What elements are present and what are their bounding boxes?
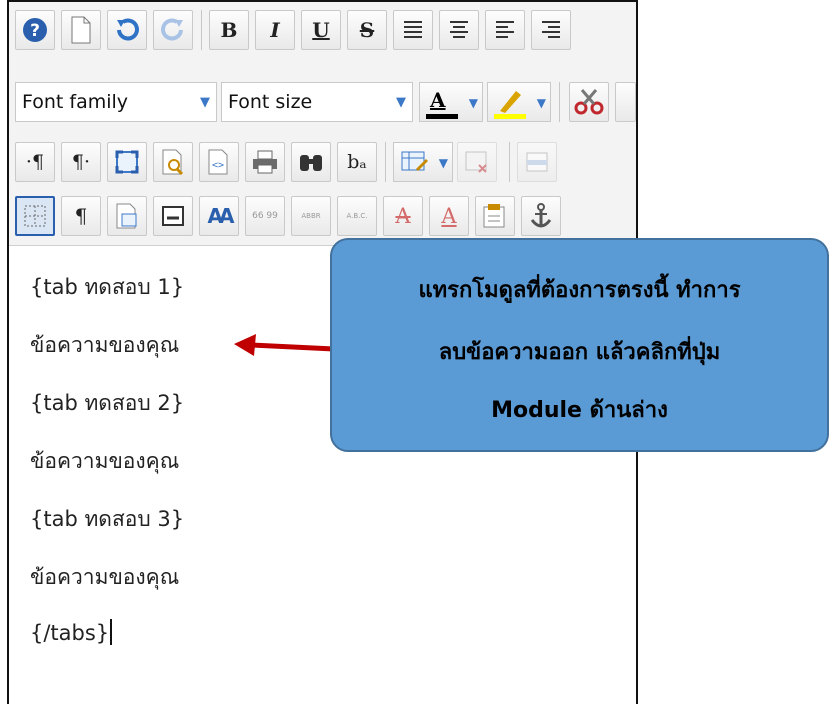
italic-button[interactable]: I [255, 10, 295, 50]
visual-aid-button[interactable] [15, 196, 55, 236]
align-center-button[interactable] [439, 10, 479, 50]
align-center-icon [450, 21, 468, 38]
chevron-down-icon: ▼ [396, 95, 406, 110]
undo-icon [117, 18, 139, 41]
attributes-button[interactable] [475, 196, 515, 236]
undo-button[interactable] [107, 10, 147, 50]
binoculars-icon [300, 155, 322, 171]
replace-button[interactable]: bₐ [337, 142, 377, 182]
preview-button[interactable] [153, 142, 193, 182]
highlight-color-swatch [494, 114, 526, 119]
toolbar-row-2: Font family ▼ Font size ▼ A ▼ ▼ [9, 60, 636, 122]
text-caret [110, 619, 113, 645]
callout-line-1: แทรกโมดูลที่ต้องการตรงนี้ ทำการ [418, 278, 741, 303]
chevron-down-icon: ▼ [200, 95, 210, 110]
show-blocks-button[interactable]: ¶ [61, 196, 101, 236]
align-justify-icon [404, 21, 422, 38]
style-props-button[interactable]: AA [199, 196, 239, 236]
find-button[interactable] [291, 142, 331, 182]
delete-table-button[interactable] [457, 142, 497, 182]
content-line-text-1[interactable]: ข้อความของคุณ [30, 329, 179, 362]
redo-button[interactable] [153, 10, 193, 50]
content-line-tab-1[interactable]: {tab ทดสอบ 1} [30, 271, 184, 304]
help-icon: ? [23, 18, 47, 42]
insert-table-button[interactable]: ▼ [393, 142, 453, 182]
instruction-callout: แทรกโมดูลที่ต้องการตรงนี้ ทำการ ลบข้อควา… [330, 238, 829, 452]
content-line-text-3[interactable]: ข้อความของคุณ [30, 561, 179, 594]
source-code-icon: <> [208, 149, 228, 175]
font-color-glyph: A [430, 88, 446, 112]
strikethrough-button[interactable]: S [347, 10, 387, 50]
align-left-icon [496, 21, 514, 38]
visual-aid-icon [24, 205, 46, 227]
font-color-swatch [426, 114, 458, 119]
table-icon [401, 151, 428, 171]
acronym-button[interactable]: A.B.C. [337, 196, 377, 236]
help-button[interactable]: ? [15, 10, 55, 50]
new-document-icon [71, 16, 91, 44]
toolbar-row-1: ? B I U S [9, 2, 636, 54]
font-size-label: Font size [228, 91, 313, 113]
font-size-select[interactable]: Font size ▼ [221, 82, 413, 122]
preview-icon [162, 149, 184, 176]
fullscreen-button[interactable] [107, 142, 147, 182]
align-left-button[interactable] [485, 10, 525, 50]
table-row-icon [526, 152, 548, 172]
svg-text:<>: <> [212, 160, 224, 171]
toolbar-row-3: ·¶ ¶· <> bₐ ▼ [9, 136, 636, 188]
ltr-direction-button[interactable]: ·¶ [15, 142, 55, 182]
attributes-icon [483, 204, 505, 228]
callout-line-3: Module ด้านล่าง [491, 398, 668, 423]
delete-table-icon [465, 151, 487, 173]
toolbar-row-4: ¶ AA 66 99 ABBR A.B.C. A A [9, 190, 636, 242]
toolbar-separator [509, 142, 510, 182]
del-button[interactable]: A [383, 196, 423, 236]
chevron-down-icon: ▼ [438, 156, 448, 170]
highlight-color-button[interactable]: ▼ [487, 82, 551, 122]
chevron-down-icon: ▼ [468, 96, 478, 110]
copy-button-partial[interactable] [615, 82, 636, 122]
rtl-direction-button[interactable]: ¶· [61, 142, 101, 182]
paste-word-button[interactable] [107, 196, 147, 236]
scissors-icon [574, 89, 604, 115]
source-code-button[interactable]: <> [199, 142, 239, 182]
toolbar-separator [385, 142, 386, 182]
page-break-icon [162, 206, 184, 226]
font-color-button[interactable]: A ▼ [419, 82, 483, 122]
printer-icon [253, 150, 277, 174]
content-line-text-2[interactable]: ข้อความของคุณ [30, 445, 179, 478]
paste-document-icon [116, 203, 137, 229]
fullscreen-icon [115, 150, 139, 174]
anchor-button[interactable] [521, 196, 561, 236]
redo-icon [161, 18, 183, 41]
toolbar-separator [201, 10, 202, 50]
pointer-arrow-icon [234, 334, 334, 356]
print-button[interactable] [245, 142, 285, 182]
close-tabs-text: {/tabs} [30, 621, 110, 645]
svg-text:?: ? [30, 21, 40, 41]
abbr-button[interactable]: ABBR [291, 196, 331, 236]
callout-line-2: ลบข้อความออก แล้วคลิกที่ปุ่ม [438, 340, 721, 365]
content-line-close-tabs[interactable]: {/tabs} [30, 619, 113, 645]
cite-button[interactable]: 66 99 [245, 196, 285, 236]
table-row-button[interactable] [517, 142, 557, 182]
editor-toolbar: ? B I U S Font family ▼ Font size ▼ A ▼ … [9, 2, 636, 246]
content-line-tab-3[interactable]: {tab ทดสอบ 3} [30, 503, 184, 536]
font-family-select[interactable]: Font family ▼ [15, 82, 217, 122]
bold-button[interactable]: B [209, 10, 249, 50]
anchor-icon [530, 203, 552, 228]
align-right-button[interactable] [531, 10, 571, 50]
cut-button[interactable] [569, 82, 609, 122]
align-justify-button[interactable] [393, 10, 433, 50]
highlighter-icon [500, 91, 521, 113]
underline-button[interactable]: U [301, 10, 341, 50]
page-break-button[interactable] [153, 196, 193, 236]
content-line-tab-2[interactable]: {tab ทดสอบ 2} [30, 387, 184, 420]
toolbar-separator [559, 82, 560, 122]
font-family-label: Font family [22, 91, 129, 113]
align-right-icon [542, 21, 560, 38]
ins-button[interactable]: A [429, 196, 469, 236]
chevron-down-icon: ▼ [536, 96, 546, 110]
new-document-button[interactable] [61, 10, 101, 50]
